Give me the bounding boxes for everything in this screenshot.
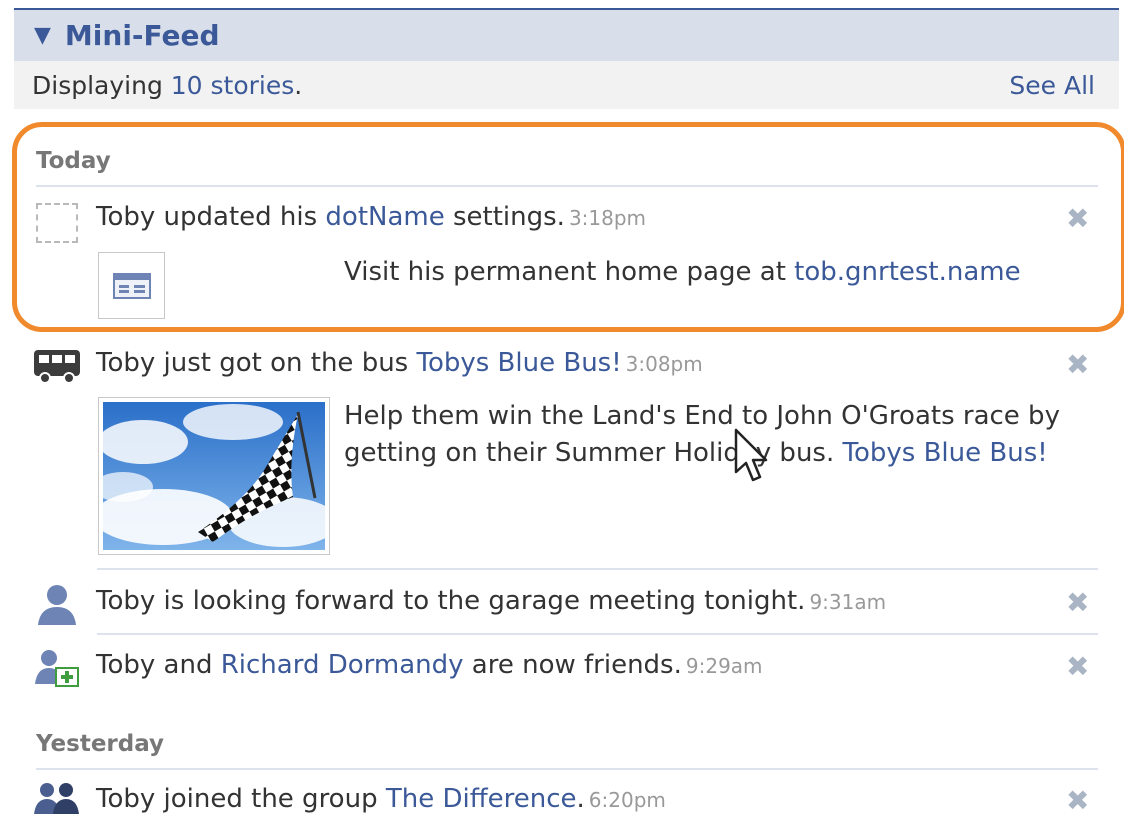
story-bus: Toby just got on the bus Tobys Blue Bus!… [96, 348, 703, 378]
bus-attachment-link[interactable]: Tobys Blue Bus! [843, 438, 1048, 468]
divider [97, 568, 1098, 570]
day-heading-yesterday: Yesterday [36, 731, 165, 757]
group-icon [34, 783, 79, 814]
divider [97, 633, 1098, 635]
remove-story-button[interactable]: ✖ [1066, 202, 1089, 235]
group-link[interactable]: The Difference [386, 784, 577, 814]
story-dotname: Toby updated his dotName settings. 3:18pm [96, 202, 647, 232]
story-time: 3:08pm [625, 352, 703, 376]
see-all-link[interactable]: See All [1009, 71, 1095, 100]
remove-story-button[interactable]: ✖ [1066, 586, 1089, 619]
mouse-pointer-icon [734, 428, 768, 482]
day-heading-today: Today [36, 148, 111, 174]
friend-name-link[interactable]: Richard Dormandy [221, 650, 464, 680]
story-group: Toby joined the group The Difference. 6:2… [96, 784, 666, 814]
dotname-link[interactable]: dotName [325, 202, 444, 232]
home-page-link[interactable]: tob.gnrtest.name [794, 257, 1020, 287]
dotname-attachment-text: Visit his permanent home page at tob.gnr… [344, 257, 1021, 287]
story-time: 3:18pm [568, 206, 647, 230]
bus-icon [34, 350, 80, 384]
id-card-icon [112, 272, 151, 299]
person-status-icon [38, 585, 76, 625]
story-time: 9:29am [685, 654, 763, 678]
dotname-placeholder-icon [36, 203, 78, 243]
mini-feed-title: Mini-Feed [64, 19, 220, 52]
friends-add-icon [35, 650, 79, 687]
mini-feed-header[interactable]: ▼ Mini-Feed [14, 8, 1119, 61]
story-friends: Toby and Richard Dormandy are now friend… [96, 650, 763, 680]
remove-story-button[interactable]: ✖ [1066, 650, 1089, 683]
stories-count-text: Displaying 10 stories. [32, 70, 303, 100]
remove-story-button[interactable]: ✖ [1066, 348, 1089, 381]
dotname-thumbnail[interactable] [98, 252, 165, 319]
bus-link[interactable]: Tobys Blue Bus! [416, 348, 621, 378]
bus-attachment-text: Help them win the Land's End to John O'G… [344, 401, 1060, 468]
story-status: Toby is looking forward to the garage me… [96, 586, 887, 616]
story-time: 9:31am [809, 590, 887, 614]
bus-thumbnail[interactable] [93, 397, 338, 555]
checkered-flag-sky-image [93, 402, 338, 550]
divider [36, 185, 1098, 187]
divider [36, 768, 1098, 770]
story-time: 6:20pm [588, 788, 666, 812]
stories-count-link[interactable]: 10 stories [171, 71, 295, 100]
remove-story-button[interactable]: ✖ [1066, 784, 1089, 817]
stories-count-bar: Displaying 10 stories. See All [14, 61, 1119, 109]
collapse-triangle-icon[interactable]: ▼ [34, 23, 51, 48]
